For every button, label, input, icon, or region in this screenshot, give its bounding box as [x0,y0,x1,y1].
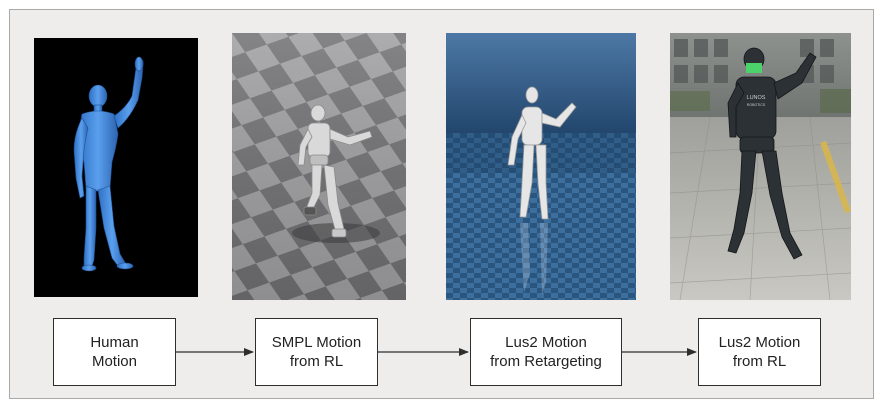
smpl-motion-image [232,33,406,300]
lus2-rl-photo: LUNOS ROBOTICS [670,33,851,300]
step-label-line1: Human [90,334,139,351]
step-label-line2: from RL [732,353,787,370]
step-label-line2: from Retargeting [490,353,602,370]
step-label-line2: Motion [91,353,137,370]
step-lus2-motion-retargeting: Lus2 Motion from Retargeting [470,318,622,386]
robot-logo-line1: LUNOS [747,95,766,101]
step-label-line1: Lus2 Motion [718,334,801,351]
step-human-motion: Human Motion [53,318,176,386]
human-motion-image [34,38,198,297]
lus2-retargeting-image [446,33,636,300]
step-label-line2: from RL [289,353,344,370]
step-lus2-motion-rl: Lus2 Motion from RL [698,318,821,386]
step-label-line1: SMPL Motion [271,334,362,351]
step-label-line1: Lus2 Motion [505,334,587,351]
robot-logo-line2: ROBOTICS [747,103,766,107]
step-smpl-motion-rl: SMPL Motion from RL [255,318,378,386]
